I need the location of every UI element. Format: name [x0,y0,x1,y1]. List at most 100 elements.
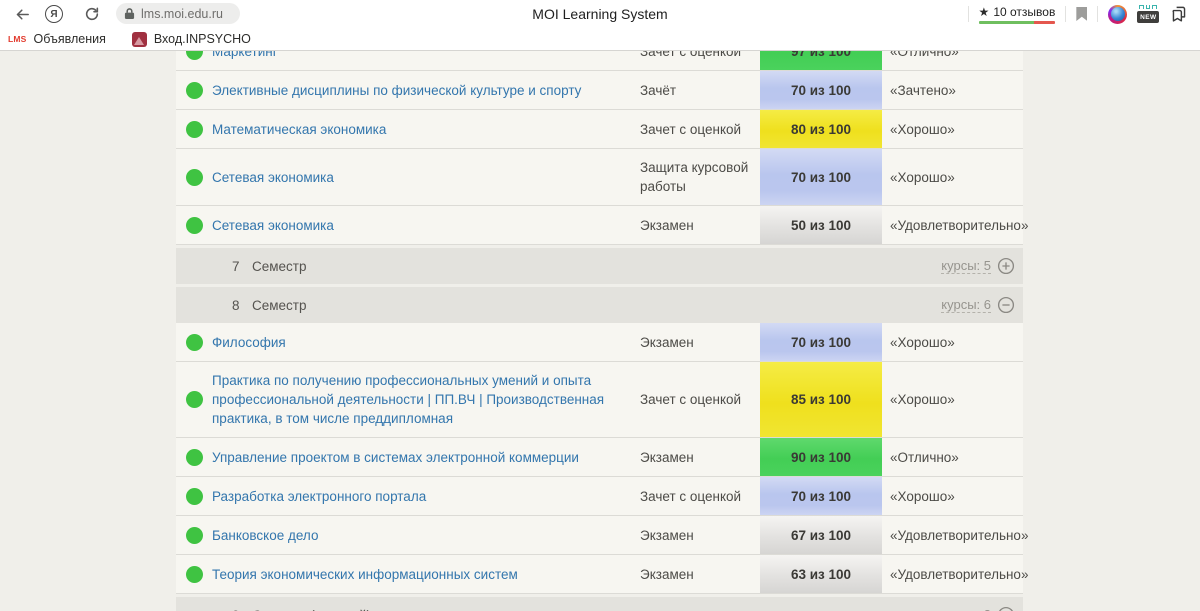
course-link[interactable]: Управление проектом в системах электронн… [212,448,579,467]
semester-label: Семестр [252,298,307,313]
status-cell [176,362,212,437]
course-link[interactable]: Сетевая экономика [212,216,334,235]
course-link[interactable]: Сетевая экономика [212,168,334,187]
address-bar[interactable]: lms.moi.edu.ru [116,3,240,24]
grade-cell: «Хорошо» [882,477,1023,515]
exam-type-cell: Зачёт [640,71,760,109]
url-text: lms.moi.edu.ru [141,7,223,21]
yandex-icon: Я [45,5,63,23]
exam-type-cell: Зачет с оценкой [640,51,760,70]
separator [1097,6,1098,22]
separator [968,6,969,22]
bookmark-flag-icon[interactable] [1076,7,1087,21]
status-cell [176,323,212,361]
grade-cell: «Отлично» [882,438,1023,476]
exam-type-cell: Экзамен [640,323,760,361]
back-arrow-icon [14,6,31,23]
course-row: Математическая экономикаЗачет с оценкой8… [176,110,1023,149]
status-dot-green-icon [186,82,203,99]
expand-plus-icon[interactable] [997,257,1015,275]
collapse-minus-icon[interactable] [997,296,1015,314]
grade-cell: «Удовлетворительно» [882,555,1028,593]
score-cell: 70 из 100 [760,71,882,109]
course-link[interactable]: Банковское дело [212,526,318,545]
collections-icon[interactable] [1169,5,1189,24]
course-link[interactable]: Разработка электронного портала [212,487,426,506]
score-cell: 63 из 100 [760,555,882,593]
score-cell: 97 из 100 [760,51,882,70]
course-link[interactable]: Философия [212,333,286,352]
semester-number: 7 [232,259,252,274]
semester-row: 7Семестр курсы: 5 [176,248,1023,284]
status-cell [176,110,212,148]
teal-marks-icon [1139,5,1157,10]
exam-type-cell: Экзамен [640,516,760,554]
bookmark-label: Объявления [34,32,106,46]
courses-count-link[interactable]: курсы: 3 [941,607,991,611]
course-row: Элективные дисциплины по физической куль… [176,71,1023,110]
semester-row: 9Семестр (осенний)курсы: 3 [176,597,1023,611]
course-row: Управление проектом в системах электронн… [176,438,1023,477]
status-dot-green-icon [186,566,203,583]
course-name-cell: Банковское дело [212,516,640,554]
status-dot-green-icon [186,527,203,544]
course-name-cell: Практика по получению профессиональных у… [212,362,640,437]
exam-type-cell: Экзамен [640,438,760,476]
semester-label: Семестр [252,259,307,274]
course-link[interactable]: Теория экономических информационных сист… [212,565,518,584]
bookmark-label: Вход.INPSYCHO [154,32,251,46]
course-name-cell: Управление проектом в системах электронн… [212,438,640,476]
bookmarks-bar: LMS Объявления Вход.INPSYCHO [0,28,1200,50]
course-link[interactable]: Маркетинг [212,51,278,61]
course-name-cell: Сетевая экономика [212,206,640,244]
semester-number: 8 [232,298,252,313]
score-cell: 67 из 100 [760,516,882,554]
site-rating-widget[interactable]: ★ 10 отзывов [979,5,1056,24]
lms-page: МаркетингЗачет с оценкой97 из 100«Отличн… [0,51,1200,611]
status-dot-green-icon [186,51,203,60]
semester-label: Семестр (осенний) [252,608,371,611]
courses-count-link[interactable]: курсы: 5 [941,258,991,274]
semester-controls: курсы: 6 [941,296,1015,314]
score-cell: 70 из 100 [760,149,882,205]
course-row: Разработка электронного порталаЗачет с о… [176,477,1023,516]
lms-favicon: LMS [8,34,27,44]
status-cell [176,51,212,70]
status-dot-green-icon [186,217,203,234]
grade-cell: «Хорошо» [882,362,1023,437]
course-name-cell: Элективные дисциплины по физической куль… [212,71,640,109]
course-name-cell: Математическая экономика [212,110,640,148]
course-link[interactable]: Элективные дисциплины по физической куль… [212,81,581,100]
exam-type-cell: Зачет с оценкой [640,362,760,437]
grade-cell: «Удовлетворительно» [882,206,1028,244]
grade-cell: «Отлично» [882,51,1023,70]
course-row: Сетевая экономикаЗащита курсовой работы7… [176,149,1023,206]
courses-count-link[interactable]: курсы: 6 [941,297,991,313]
score-cell: 70 из 100 [760,323,882,361]
course-name-cell: Философия [212,323,640,361]
status-cell [176,477,212,515]
grade-cell: «Хорошо» [882,149,1023,205]
status-dot-green-icon [186,334,203,351]
refresh-button[interactable] [78,0,106,28]
course-row: Теория экономических информационных сист… [176,555,1023,594]
score-cell: 90 из 100 [760,438,882,476]
reviews-count-label: 10 отзывов [993,5,1055,19]
course-row: Сетевая экономикаЭкзамен50 из 100«Удовле… [176,206,1023,245]
new-badge-extension-icon[interactable]: NEW [1137,4,1159,24]
course-link[interactable]: Математическая экономика [212,120,386,139]
yandex-button[interactable]: Я [40,0,68,28]
bookmark-item-inpsycho[interactable]: Вход.INPSYCHO [132,32,251,47]
exam-type-cell: Зачет с оценкой [640,110,760,148]
course-link[interactable]: Практика по получению профессиональных у… [212,371,626,428]
course-row: Практика по получению профессиональных у… [176,362,1023,438]
refresh-icon [84,6,100,22]
status-cell [176,149,212,205]
bookmark-item-announcements[interactable]: LMS Объявления [8,32,106,46]
exam-type-cell: Экзамен [640,206,760,244]
status-cell [176,555,212,593]
grade-cell: «Хорошо» [882,323,1023,361]
back-button[interactable] [8,0,36,28]
expand-plus-icon[interactable] [997,606,1015,611]
lens-extension-icon[interactable] [1108,5,1127,24]
